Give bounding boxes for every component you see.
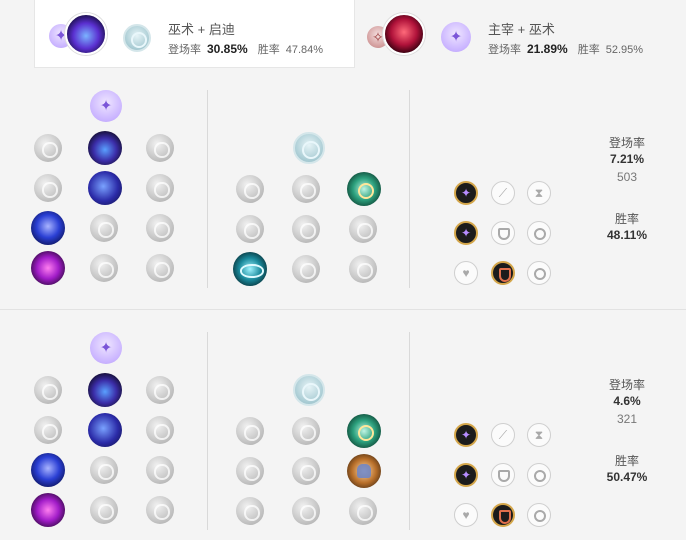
approach-velocity-icon <box>349 255 377 283</box>
inspiration-icon <box>123 24 151 52</box>
celerity-icon <box>90 214 118 242</box>
sorcery-icon <box>441 22 471 52</box>
nimbus-cloak-icon <box>146 174 174 202</box>
attack-speed-shard-icon <box>491 181 515 205</box>
manaflow-band-icon <box>88 413 122 447</box>
build-tabs: 巫术 + 启迪 登场率30.85%胜率47.84% 主宰 + 巫术 登场率21.… <box>34 0 679 68</box>
games-count: 503 <box>616 170 638 184</box>
build-tab-title: 巫术 + 启迪 <box>168 22 235 37</box>
win-rate-value: 50.47% <box>606 470 648 484</box>
magic-resist-shard-icon <box>527 463 551 487</box>
inspiration-tree-icon <box>293 132 325 164</box>
gathering-storm-icon <box>146 496 174 524</box>
arcane-comet-icon <box>88 373 122 407</box>
hextech-flashtraption-icon <box>236 175 264 203</box>
magic-resist-shard-icon <box>527 503 551 527</box>
sorcery-tree-icon <box>90 90 122 122</box>
rune-page-stats: 登场率 7.21% 503 胜率 48.11% <box>568 134 686 242</box>
absolute-focus-icon <box>146 214 174 242</box>
magic-resist-shard-icon <box>527 261 551 285</box>
nimbus-cloak-icon <box>146 416 174 444</box>
electrocute-icon <box>383 13 425 55</box>
minion-dematerializer-icon <box>349 215 377 243</box>
arcane-comet-icon <box>65 13 107 55</box>
build-tab-sorcery-inspiration[interactable]: 巫术 + 启迪 登场率30.85%胜率47.84% <box>34 0 355 68</box>
time-warp-tonic-icon <box>292 497 320 525</box>
magical-footwear-selected-icon <box>347 454 381 488</box>
nullifying-orb-icon <box>34 174 62 202</box>
rune-page: 登场率 7.21% 503 胜率 48.11% <box>0 68 686 308</box>
approach-velocity-icon <box>349 497 377 525</box>
nullifying-orb-icon <box>34 416 62 444</box>
cosmic-insight-icon <box>347 172 381 206</box>
attack-speed-shard-icon <box>491 423 515 447</box>
armor-shard-icon <box>491 463 515 487</box>
health-shard-icon <box>454 503 478 527</box>
cosmic-insight-icon <box>347 414 381 448</box>
transcendence-icon <box>31 453 65 487</box>
phase-rush-icon <box>146 376 174 404</box>
pick-rate-label: 登场率 <box>608 136 645 150</box>
future-market-icon <box>292 215 320 243</box>
transcendence-icon <box>31 211 65 245</box>
adaptive-force-shard-icon <box>454 181 478 205</box>
arcane-comet-icon <box>88 131 122 165</box>
celerity-icon <box>90 456 118 484</box>
armor-shard-icon <box>491 503 515 527</box>
armor-shard-icon <box>491 261 515 285</box>
biscuit-delivery-icon <box>236 497 264 525</box>
magical-footwear-icon <box>292 175 320 203</box>
waterwalking-icon <box>90 496 118 524</box>
pick-rate-value: 7.21% <box>609 152 645 166</box>
ability-haste-shard-icon <box>527 181 551 205</box>
pick-rate-label: 登场率 <box>608 378 645 392</box>
scorch-icon <box>31 251 65 285</box>
biscuit-delivery-icon <box>292 255 320 283</box>
rune-page: 登场率 4.6% 321 胜率 50.47% <box>0 309 686 540</box>
scorch-icon <box>31 493 65 527</box>
adaptive-force-shard-icon <box>454 221 478 245</box>
pick-rate-value: 4.6% <box>613 394 641 408</box>
inspiration-tree-icon <box>293 374 325 406</box>
perfect-timing-icon <box>236 215 264 243</box>
summon-aery-icon <box>34 376 62 404</box>
build-tab-stats: 登场率 30.85% 胜率 47.84% <box>168 42 324 56</box>
ability-haste-shard-icon <box>527 423 551 447</box>
armor-shard-icon <box>491 221 515 245</box>
time-warp-tonic-icon <box>233 252 267 286</box>
build-tab-domination-sorcery[interactable]: 主宰 + 巫术 登场率21.89%胜率52.95% <box>355 0 679 68</box>
games-count: 321 <box>616 412 638 426</box>
phase-rush-icon <box>146 134 174 162</box>
adaptive-force-shard-icon <box>454 463 478 487</box>
magical-footwear-icon <box>292 417 320 445</box>
magic-resist-shard-icon <box>527 221 551 245</box>
absolute-focus-icon <box>146 456 174 484</box>
sorcery-tree-icon <box>90 332 122 364</box>
win-rate-label: 胜率 <box>614 212 639 226</box>
perfect-timing-icon <box>236 457 264 485</box>
summon-aery-icon <box>34 134 62 162</box>
health-shard-icon <box>454 261 478 285</box>
adaptive-force-shard-icon <box>454 423 478 447</box>
waterwalking-icon <box>90 254 118 282</box>
win-rate-label: 胜率 <box>614 454 639 468</box>
manaflow-band-icon <box>88 171 122 205</box>
hextech-flashtraption-icon <box>236 417 264 445</box>
win-rate-value: 48.11% <box>606 228 648 242</box>
build-tab-title: 主宰 + 巫术 <box>488 22 555 37</box>
gathering-storm-icon <box>146 254 174 282</box>
build-tab-stats: 登场率 21.89% 胜率 52.95% <box>488 42 644 56</box>
future-market-icon <box>292 457 320 485</box>
rune-page-stats: 登场率 4.6% 321 胜率 50.47% <box>568 376 686 484</box>
